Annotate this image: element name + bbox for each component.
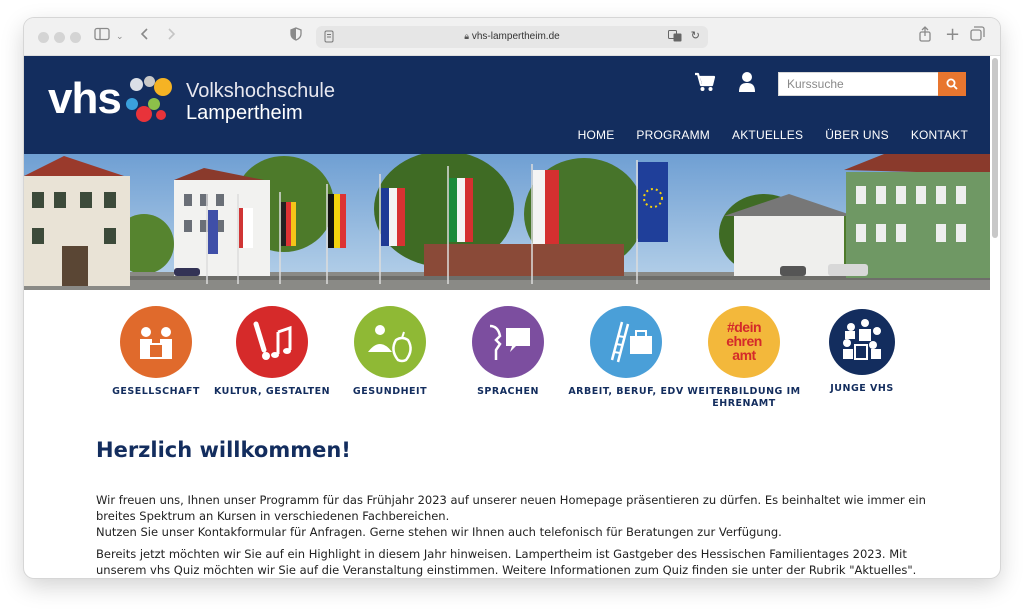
welcome-paragraph-2: Nutzen Sie unser Kontakformular für Anfr… — [96, 525, 782, 539]
hero-banner-image — [24, 154, 990, 290]
course-search-input[interactable] — [778, 72, 940, 96]
badge-line: ehren — [726, 333, 762, 349]
main-nav: HOME PROGRAMM AKTUELLES ÜBER UNS KONTAKT — [578, 128, 968, 142]
welcome-paragraph-1: Wir freuen uns, Ihnen unser Programm für… — [96, 493, 926, 523]
category-label: SPRACHEN — [477, 386, 539, 397]
logo-text-line2: Lampertheim — [186, 102, 303, 124]
ladder-briefcase-icon — [590, 306, 662, 378]
search-button[interactable] — [938, 72, 966, 96]
forward-icon[interactable] — [166, 26, 176, 48]
logo-dot-red-small — [156, 110, 166, 120]
category-kultur[interactable]: KULTUR, GESTALTEN — [212, 306, 332, 398]
category-label: ARBEIT, BERUF, EDV — [568, 386, 684, 397]
cart-icon[interactable] — [694, 72, 716, 96]
page-title: Herzlich willkommen! — [96, 438, 351, 462]
nav-home[interactable]: HOME — [578, 128, 615, 142]
browser-window: ⌄ 🔒︎ vhs-lampertheim.de ↻ + vhs Volkshoc… — [24, 18, 1000, 578]
meditation-apple-icon — [354, 306, 426, 378]
minimize-window-button[interactable] — [54, 32, 65, 43]
lock-icon: 🔒︎ — [464, 31, 470, 41]
privacy-shield-icon[interactable] — [290, 26, 302, 48]
tab-overview-icon[interactable] — [970, 26, 985, 48]
sidebar-toggle-icon[interactable] — [94, 26, 110, 48]
reload-icon[interactable]: ↻ — [691, 29, 700, 42]
url-text: vhs-lampertheim.de — [471, 31, 560, 42]
category-ehrenamt[interactable]: #dein ehren amt WEITERBILDUNG IM EHRENAM… — [684, 306, 804, 410]
category-label: GESUNDHEIT — [352, 386, 428, 397]
logo-text-line1: Volkshochschule — [186, 80, 335, 102]
music-brush-icon — [236, 306, 308, 378]
zoom-window-button[interactable] — [70, 32, 81, 43]
close-window-button[interactable] — [38, 32, 49, 43]
nav-kontakt[interactable]: KONTAKT — [911, 128, 968, 142]
category-label: KULTUR, GESTALTEN — [213, 386, 331, 397]
logo-dot-red — [136, 106, 152, 122]
logo-dot-blue — [126, 98, 138, 110]
share-icon[interactable] — [918, 26, 932, 49]
badge-line: amt — [732, 347, 756, 363]
nav-aktuelles[interactable]: AKTUELLES — [732, 128, 803, 142]
category-label: GESELLSCHAFT — [112, 386, 200, 397]
hashtag-ehrenamt-icon: #dein ehren amt — [708, 306, 780, 378]
search-icon — [946, 78, 958, 90]
category-arbeit[interactable]: ARBEIT, BERUF, EDV — [566, 306, 686, 398]
back-icon[interactable] — [140, 26, 150, 48]
speech-bubble-icon — [472, 306, 544, 378]
page-scrollbar[interactable] — [992, 58, 998, 238]
people-icon — [120, 306, 192, 378]
logo-dot-white — [130, 78, 143, 91]
category-sprachen[interactable]: SPRACHEN — [448, 306, 568, 398]
translate-icon[interactable] — [668, 30, 682, 45]
group-icon — [829, 309, 895, 375]
browser-toolbar: ⌄ 🔒︎ vhs-lampertheim.de ↻ + — [24, 18, 1000, 56]
address-bar[interactable]: 🔒︎ vhs-lampertheim.de ↻ — [316, 26, 708, 48]
nav-programm[interactable]: PROGRAMM — [636, 128, 710, 142]
category-gesellschaft[interactable]: GESELLSCHAFT — [96, 306, 216, 398]
category-gesundheit[interactable]: GESUNDHEIT — [330, 306, 450, 398]
welcome-paragraph-3: Bereits jetzt möchten wir Sie auf ein Hi… — [96, 547, 917, 577]
category-junge-vhs[interactable]: JUNGE VHS — [802, 306, 922, 395]
logo-dot-yellow — [154, 78, 172, 96]
user-icon[interactable] — [738, 71, 756, 97]
site-header: vhs Volkshochschule Lampertheim Kurssuch… — [24, 56, 990, 154]
category-list: GESELLSCHAFT KULTUR, GESTALTEN GESUNDHEI… — [96, 306, 916, 416]
category-label: JUNGE VHS — [830, 383, 894, 394]
page-viewport: vhs Volkshochschule Lampertheim Kurssuch… — [24, 56, 1000, 578]
badge-line: #dein — [726, 319, 762, 335]
nav-ueber-uns[interactable]: ÜBER UNS — [825, 128, 889, 142]
chevron-down-icon[interactable]: ⌄ — [116, 26, 124, 48]
category-label: WEITERBILDUNG IM EHRENAMT — [687, 386, 801, 409]
new-tab-icon[interactable]: + — [945, 24, 960, 46]
logo-mark: vhs — [48, 74, 122, 123]
